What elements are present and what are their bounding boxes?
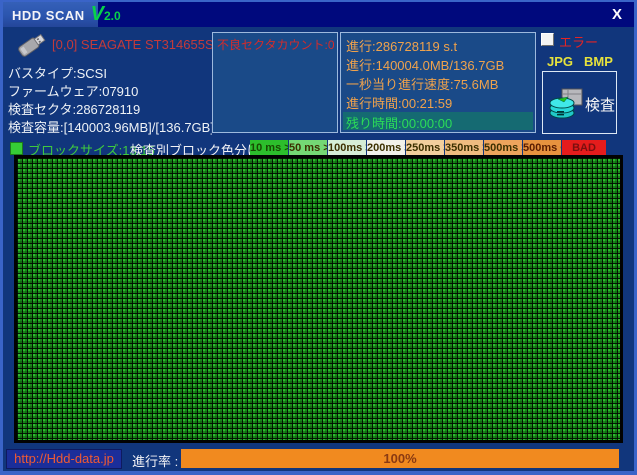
progress-info-panel: 進行:286728119 s.t 進行:140004.0MB/136.7GB 一… bbox=[340, 32, 536, 133]
bad-sector-count: 不良セクタカウント:0 bbox=[217, 38, 335, 52]
scan-grid-blocks bbox=[17, 158, 620, 440]
error-label: エラー bbox=[559, 35, 599, 50]
progress-remaining: 残り時間:00:00:00 bbox=[343, 112, 533, 131]
app-version-v: V bbox=[90, 3, 104, 25]
app-version-number: 2.0 bbox=[103, 9, 121, 23]
hdd-scan-window: HDD SCAN V 2.0 X [0,0] SEAGATE ST314655S… bbox=[0, 0, 637, 475]
website-link[interactable]: http://Hdd-data.jp bbox=[6, 449, 122, 469]
save-bmp-button[interactable]: BMP bbox=[584, 54, 613, 69]
bad-sector-panel: 不良セクタカウント:0 bbox=[212, 32, 338, 133]
firmware-text: ファームウェア:07910 bbox=[8, 84, 139, 99]
drive-model-text: [0,0] SEAGATE ST314655S bbox=[52, 37, 212, 52]
progress-capacity: 進行:140004.0MB/136.7GB bbox=[346, 58, 505, 73]
progress-speed: 一秒当り進行速度:75.6MB bbox=[346, 77, 499, 92]
scan-sectors-text: 検査セクタ:286728119 bbox=[8, 102, 141, 117]
error-checkbox[interactable] bbox=[541, 33, 554, 46]
window-border-left bbox=[0, 0, 3, 475]
scan-grid bbox=[14, 155, 623, 443]
progress-elapsed: 進行時間:00:21:59 bbox=[346, 96, 453, 111]
close-icon[interactable]: X bbox=[612, 6, 622, 23]
scan-button[interactable]: 検査 bbox=[542, 71, 617, 134]
progress-bar: 100% bbox=[181, 449, 619, 468]
block-sample-icon bbox=[10, 142, 23, 155]
usb-drive-icon bbox=[18, 33, 46, 57]
disk-stack-icon bbox=[549, 88, 583, 119]
title-bar[interactable]: HDD SCAN V 2.0 X bbox=[3, 2, 634, 27]
scan-capacity-text: 検査容量:[140003.96MB]/[136.7GB] bbox=[8, 120, 212, 135]
save-jpg-button[interactable]: JPG bbox=[547, 54, 573, 69]
app-title: HDD SCAN bbox=[12, 8, 85, 23]
progress-rate-label: 進行率 : bbox=[132, 454, 179, 469]
app-title-group: HDD SCAN V 2.0 bbox=[12, 2, 121, 27]
window-border-bottom bbox=[0, 471, 637, 475]
bus-type-text: バスタイプ:SCSI bbox=[8, 66, 107, 81]
progress-sectors: 進行:286728119 s.t bbox=[346, 39, 458, 54]
progress-percent: 100% bbox=[383, 451, 417, 466]
scan-button-label: 検査 bbox=[585, 97, 616, 114]
